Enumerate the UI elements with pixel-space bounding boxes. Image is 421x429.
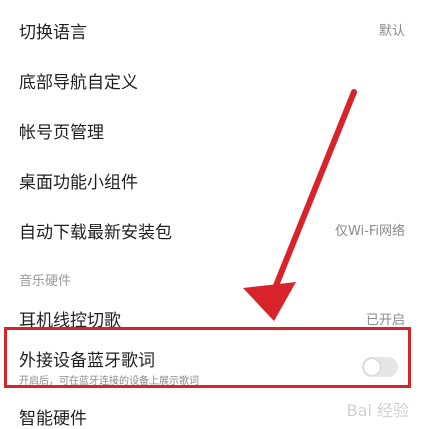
setting-row-bottom-nav[interactable]: 底部导航自定义 — [0, 60, 421, 100]
setting-row-desktop-widget[interactable]: 桌面功能小组件 — [0, 160, 421, 200]
section-title-music-hardware: 音乐硬件 — [19, 274, 72, 289]
setting-value-auto-download: 仅Wi-Fi网络 — [334, 224, 405, 239]
setting-row-language[interactable]: 切换语言 默认 — [0, 10, 421, 50]
watermark-logo: Bai 经验 — [346, 401, 409, 420]
setting-value-headset-control: 已开启 — [365, 313, 405, 328]
setting-label-bottom-nav: 底部导航自定义 — [19, 73, 138, 93]
setting-row-account-page[interactable]: 帐号页管理 — [0, 110, 421, 150]
setting-label-bluetooth-lyrics: 外接设备蓝牙歌词 — [19, 351, 155, 371]
setting-label-account-page: 帐号页管理 — [19, 123, 104, 143]
setting-label-language: 切换语言 — [19, 23, 87, 43]
setting-row-bluetooth-lyrics[interactable]: 外接设备蓝牙歌词 开启后，可在蓝牙连接的设备上展示歌词 — [0, 340, 421, 388]
setting-value-language: 默认 — [378, 24, 405, 39]
bluetooth-lyrics-toggle[interactable] — [362, 357, 398, 377]
setting-subtitle-bluetooth-lyrics: 开启后，可在蓝牙连接的设备上展示歌词 — [19, 376, 199, 387]
setting-label-smart-hardware: 智能硬件 — [19, 409, 87, 429]
setting-row-auto-download[interactable]: 自动下载最新安装包 仅Wi-Fi网络 — [0, 210, 421, 250]
toggle-knob — [364, 359, 380, 375]
setting-label-desktop-widget: 桌面功能小组件 — [19, 173, 138, 193]
setting-label-auto-download: 自动下载最新安装包 — [19, 223, 172, 243]
